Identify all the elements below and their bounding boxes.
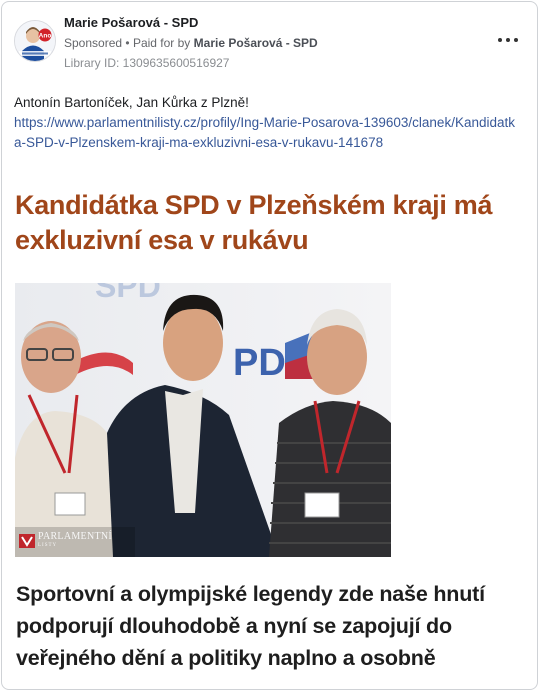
avatar-badge-text: Ano: [39, 33, 52, 40]
backdrop-text-side: PD: [233, 342, 286, 384]
ad-card: Ano Marie Pošarová - SPD Sponsored • Pai…: [1, 1, 538, 690]
paid-for-name[interactable]: Marie Pošarová - SPD: [194, 36, 318, 50]
page-name[interactable]: Marie Pošarová - SPD: [64, 15, 198, 30]
avatar-image: Ano: [15, 21, 55, 61]
post-caption: Antonín Bartoníček, Jan Kůrka z Plzně! h…: [14, 93, 519, 153]
more-options-icon[interactable]: [497, 32, 519, 48]
page-avatar[interactable]: Ano: [14, 20, 56, 62]
backdrop-text-top: SPD: [95, 283, 161, 304]
ad-photo[interactable]: SPD PD PARLAMENTNÍ LISTY: [15, 283, 391, 557]
separator-dot: •: [125, 36, 133, 50]
post-header: Ano Marie Pošarová - SPD Sponsored • Pai…: [2, 2, 537, 82]
sponsored-label: Sponsored: [64, 36, 123, 50]
ad-headline: Kandidátka SPD v Plzeňském kraji má exkl…: [15, 190, 493, 255]
logo-subtitle: LISTY: [38, 543, 58, 548]
caption-text: Antonín Bartoníček, Jan Kůrka z Plzně!: [14, 95, 249, 110]
photo-image: SPD PD: [15, 283, 391, 557]
parlamentni-listy-logo: PARLAMENTNÍ LISTY: [19, 531, 112, 551]
paid-for-prefix: Paid for by: [132, 36, 191, 50]
sponsored-line: Sponsored • Paid for by Marie Pošarová -…: [64, 36, 318, 50]
logo-text: PARLAMENTNÍ LISTY: [38, 532, 112, 550]
parlamentni-listy-logo-icon: [19, 534, 35, 548]
ad-subheadline: Sportovní a olympijské legendy zde naše …: [16, 582, 485, 670]
library-id: Library ID: 1309635600516927: [64, 56, 230, 70]
caption-link[interactable]: https://www.parlamentnilisty.cz/profily/…: [14, 115, 515, 150]
